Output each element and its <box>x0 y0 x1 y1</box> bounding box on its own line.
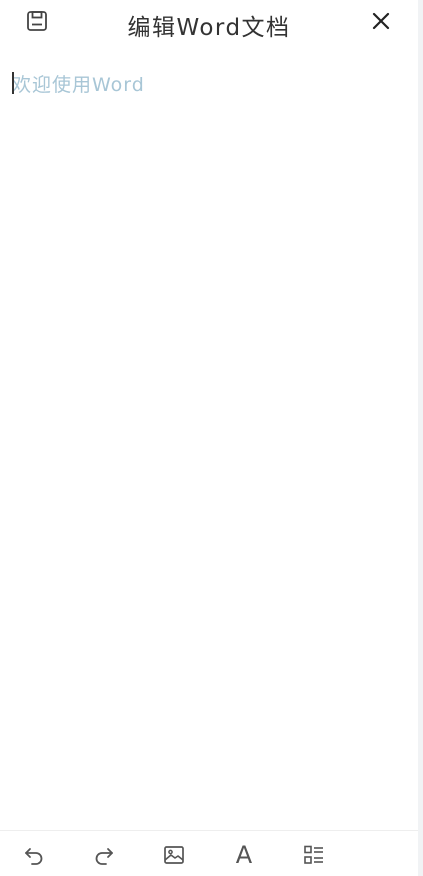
image-icon <box>164 846 184 864</box>
redo-button[interactable] <box>88 839 120 871</box>
header-bar: 编辑Word文档 <box>0 0 418 44</box>
word-editor-screen: 编辑Word文档 欢迎使用Word A <box>0 0 423 876</box>
insert-image-button[interactable] <box>158 839 190 871</box>
list-format-button[interactable] <box>298 839 330 871</box>
page-title: 编辑Word文档 <box>127 15 291 41</box>
close-icon <box>372 12 390 30</box>
scrollbar-track <box>418 0 423 876</box>
redo-icon <box>95 848 113 865</box>
document-editor[interactable]: 欢迎使用Word <box>9 64 409 824</box>
editor-placeholder: 欢迎使用Word <box>12 74 145 96</box>
undo-button[interactable] <box>18 839 50 871</box>
list-icon <box>304 845 323 864</box>
font-button[interactable]: A <box>228 839 260 871</box>
undo-icon <box>25 848 43 865</box>
font-icon: A <box>235 841 253 869</box>
text-cursor <box>12 72 14 94</box>
close-button[interactable] <box>363 3 399 39</box>
bottom-toolbar: A <box>0 830 418 876</box>
